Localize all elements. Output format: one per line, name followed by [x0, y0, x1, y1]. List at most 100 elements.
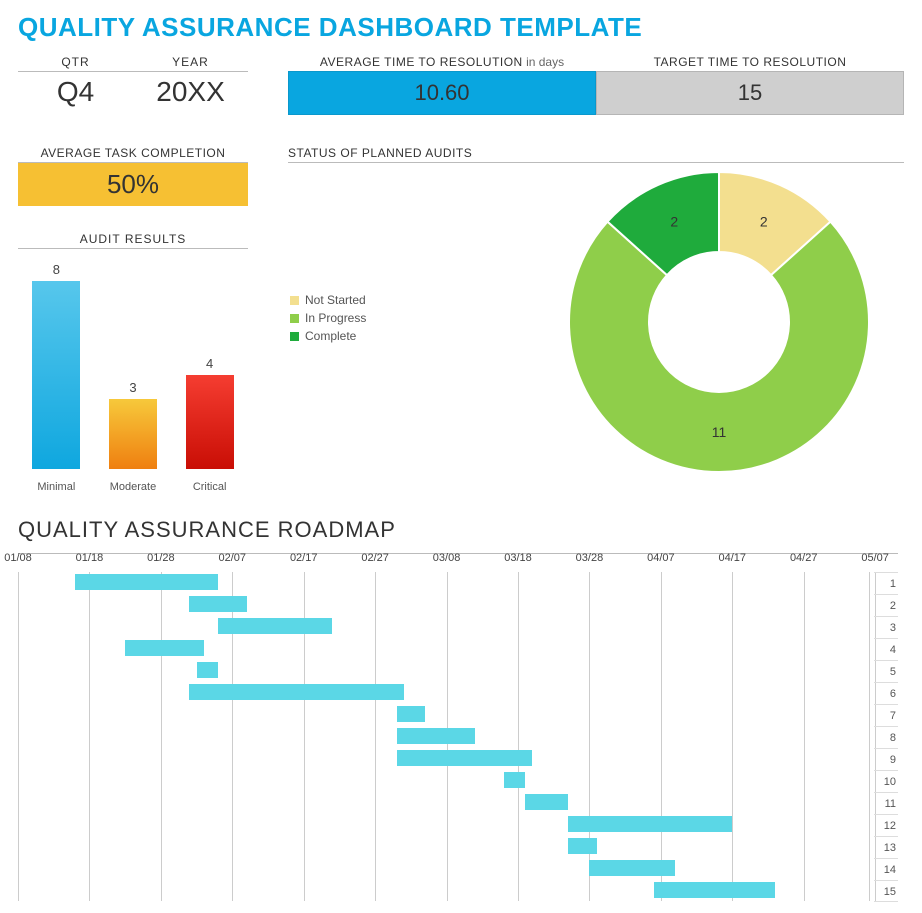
qtr-year-block: QTR YEAR Q4 20XX [18, 53, 248, 120]
gantt-xlabel: 03/08 [433, 552, 461, 564]
status-planned-audits-label: STATUS OF PLANNED AUDITS [288, 144, 904, 163]
legend-not-started: Not Started [290, 293, 366, 307]
gantt-xlabel: 05/07 [861, 552, 889, 564]
bar-value-moderate: 3 [129, 380, 136, 395]
avg-resolution-label: AVERAGE TIME TO RESOLUTION [320, 55, 523, 69]
legend-label-not-started: Not Started [305, 293, 366, 307]
row-2: AVERAGE TASK COMPLETION 50% AUDIT RESULT… [18, 144, 904, 493]
gantt-row [18, 748, 868, 770]
gantt-ylabel: 8 [874, 726, 898, 748]
gantt-ylabel: 10 [874, 770, 898, 792]
qtr-header: QTR [18, 53, 133, 71]
gantt-row [18, 726, 868, 748]
gantt-row [18, 770, 868, 792]
gantt-row [18, 638, 868, 660]
year-value: 20XX [133, 72, 248, 120]
gantt-row [18, 858, 868, 880]
gantt-bar [397, 728, 476, 744]
gantt-ylabel: 15 [874, 880, 898, 902]
gantt-bar [589, 860, 675, 876]
gantt-row [18, 616, 868, 638]
gantt-row [18, 660, 868, 682]
left-column: AVERAGE TASK COMPLETION 50% AUDIT RESULT… [18, 144, 248, 493]
gantt-xlabel: 01/28 [147, 552, 175, 564]
gantt-xlabel: 01/18 [76, 552, 104, 564]
legend-label-in-progress: In Progress [305, 311, 366, 325]
avg-resolution-suffix: in days [523, 55, 564, 69]
gantt-xlabel: 03/28 [576, 552, 604, 564]
gantt-bar [525, 794, 568, 810]
gantt-ylabel: 7 [874, 704, 898, 726]
legend-swatch-in-progress [290, 314, 299, 323]
legend-in-progress: In Progress [290, 311, 366, 325]
gantt-bar [197, 662, 218, 678]
gantt-bar [504, 772, 525, 788]
gantt-bar [568, 816, 732, 832]
donut-chart-wrap: Not Started In Progress Complete 2112 [288, 163, 904, 483]
gantt-row [18, 836, 868, 858]
gantt-xlabel: 04/07 [647, 552, 675, 564]
gantt-ylabel: 6 [874, 682, 898, 704]
gantt-ylabel: 14 [874, 858, 898, 880]
gantt-bar [654, 882, 775, 898]
bar-moderate: 3 [105, 380, 161, 470]
gantt-xlabel: 02/17 [290, 552, 318, 564]
top-row: QTR YEAR Q4 20XX AVERAGE TIME TO RESOLUT… [18, 53, 904, 120]
gantt-row [18, 572, 868, 594]
target-resolution-header: TARGET TIME TO RESOLUTION [596, 53, 904, 71]
legend-swatch-complete [290, 332, 299, 341]
bar-value-minimal: 8 [53, 262, 60, 277]
gantt-xlabel: 02/07 [219, 552, 247, 564]
gantt-row [18, 594, 868, 616]
gantt-xlabel: 02/27 [361, 552, 389, 564]
gantt-xlabel: 04/27 [790, 552, 818, 564]
donut-legend: Not Started In Progress Complete [290, 293, 366, 347]
gantt-bar [218, 618, 332, 634]
audit-results-chart: 8 3 4 MinimalModerateCritical [18, 263, 248, 493]
gantt-bar [397, 706, 426, 722]
gantt-row [18, 792, 868, 814]
bar-rect-moderate [109, 399, 157, 470]
year-header: YEAR [133, 53, 248, 71]
right-column: STATUS OF PLANNED AUDITS Not Started In … [288, 144, 904, 493]
avg-task-completion-value: 50% [18, 163, 248, 206]
qtr-value: Q4 [18, 72, 133, 120]
gantt-row [18, 682, 868, 704]
gantt-xlabel: 03/18 [504, 552, 532, 564]
target-resolution-value: 15 [596, 71, 904, 115]
bar-critical: 4 [182, 356, 238, 469]
gantt-bar [189, 684, 403, 700]
gantt-bar [75, 574, 218, 590]
gantt-ylabel: 2 [874, 594, 898, 616]
donut-value-complete: 2 [670, 214, 678, 230]
bar-category-moderate: Moderate [96, 481, 170, 493]
bar-rect-critical [186, 375, 234, 469]
bar-category-minimal: Minimal [19, 481, 93, 493]
gantt-bar [397, 750, 533, 766]
bar-rect-minimal [32, 281, 80, 469]
gantt-row [18, 814, 868, 836]
avg-task-completion-label: AVERAGE TASK COMPLETION [18, 144, 248, 163]
gantt-ylabel: 5 [874, 660, 898, 682]
resolution-metrics: AVERAGE TIME TO RESOLUTION in days TARGE… [288, 53, 904, 120]
legend-swatch-not-started [290, 296, 299, 305]
gantt-ylabel: 11 [874, 792, 898, 814]
donut-chart: 2112 [564, 167, 874, 477]
gantt-ylabel: 12 [874, 814, 898, 836]
audit-results-label: AUDIT RESULTS [18, 230, 248, 249]
bar-minimal: 8 [28, 262, 84, 469]
bar-value-critical: 4 [206, 356, 213, 371]
avg-resolution-header: AVERAGE TIME TO RESOLUTION in days [288, 53, 596, 71]
gantt-xlabel: 04/17 [719, 552, 747, 564]
bar-category-critical: Critical [173, 481, 247, 493]
roadmap-title: QUALITY ASSURANCE ROADMAP [18, 517, 904, 543]
gantt-row [18, 880, 868, 902]
page-title: QUALITY ASSURANCE DASHBOARD TEMPLATE [18, 12, 904, 43]
gantt-ylabel: 4 [874, 638, 898, 660]
legend-label-complete: Complete [305, 329, 356, 343]
gantt-ylabel: 13 [874, 836, 898, 858]
gantt-bar [125, 640, 204, 656]
gantt-row [18, 704, 868, 726]
avg-resolution-value: 10.60 [288, 71, 596, 115]
gantt-bar [189, 596, 246, 612]
